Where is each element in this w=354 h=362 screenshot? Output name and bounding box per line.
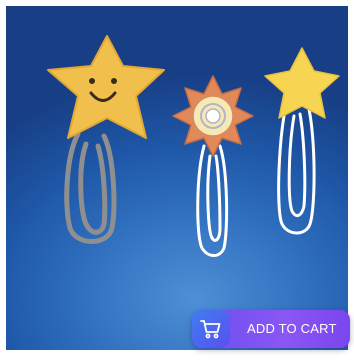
shopping-cart-icon [200, 320, 221, 339]
cart-icon-container [192, 310, 230, 348]
smiley-star-paperclip-icon [47, 35, 165, 244]
sun-paperclip-icon [172, 75, 254, 257]
product-image [47, 35, 340, 257]
add-to-cart-button[interactable]: ADD TO CART [192, 310, 350, 348]
star-paperclip-icon [264, 47, 340, 235]
add-to-cart-label: ADD TO CART [247, 321, 337, 336]
product-card: ADD TO CART [0, 0, 354, 356]
